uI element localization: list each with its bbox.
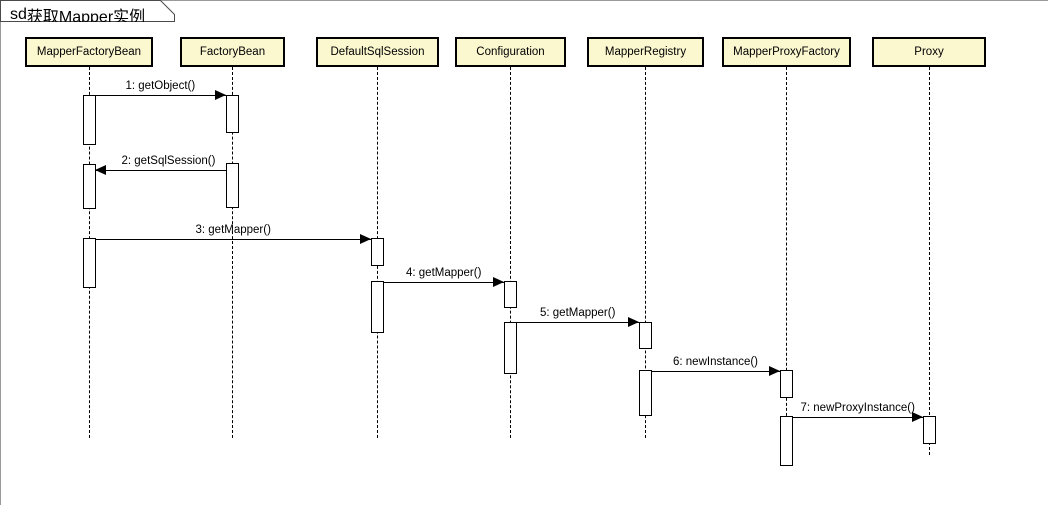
activation-bar-mapperProxyFactory [780,370,793,398]
activation-bar-configuration [504,281,517,308]
lifeline-label-mapperFactoryBean: MapperFactoryBean [36,46,142,58]
lifeline-head-mapperRegistry[interactable]: MapperRegistry [587,37,704,67]
activation-bar-mapperFactoryBean [83,238,96,288]
lifeline-configuration [510,67,511,438]
frame-keyword: sd [10,6,27,22]
lifeline-label-factoryBean: FactoryBean [199,46,266,58]
activation-bar-mapperRegistry [639,322,652,349]
lifeline-head-defaultSqlSession[interactable]: DefaultSqlSession [316,37,439,67]
message-line-2 [95,170,226,171]
frame-header-tab: sd 获取Mapper实例 [0,0,175,22]
message-arrowhead-5 [628,317,639,327]
activation-bar-defaultSqlSession [371,238,384,266]
message-label-2: 2: getSqlSession() [121,155,216,167]
message-label-6: 6: newInstance() [673,356,759,368]
frame-title: 获取Mapper实例 [26,9,146,22]
message-arrowhead-4 [493,277,504,287]
lifeline-head-proxy[interactable]: Proxy [872,37,986,67]
sequence-diagram-canvas: sd 获取Mapper实例 1: getObject() 2: getSqlSes… [0,0,1049,506]
message-arrowhead-2 [95,165,106,175]
activation-bar-defaultSqlSession [371,281,384,333]
message-line-3 [95,239,371,240]
message-label-1: 1: getObject() [125,80,196,92]
lifeline-label-mapperProxyFactory: MapperProxyFactory [733,46,840,58]
message-arrowhead-3 [360,234,371,244]
message-arrowhead-1 [215,90,226,100]
activation-bar-mapperFactoryBean [83,95,96,145]
lifeline-label-configuration: Configuration [476,46,545,58]
message-label-4: 4: getMapper() [406,267,482,279]
message-label-5: 5: getMapper() [540,307,616,319]
lifeline-proxy [929,67,930,455]
message-label-3: 3: getMapper() [195,224,271,236]
lifeline-label-proxy: Proxy [914,46,944,58]
activation-bar-proxy [923,416,936,444]
message-line-1 [95,95,226,96]
message-line-6 [651,371,780,372]
lifeline-head-mapperProxyFactory[interactable]: MapperProxyFactory [722,37,851,67]
lifeline-head-factoryBean[interactable]: FactoryBean [180,37,285,67]
activation-bar-factoryBean [226,95,239,133]
message-arrowhead-6 [769,366,780,376]
activation-bar-mapperProxyFactory [780,416,793,466]
lifeline-label-mapperRegistry: MapperRegistry [604,46,687,58]
message-label-7: 7: newProxyInstance() [800,402,915,414]
lifeline-mapperProxyFactory [786,67,787,466]
message-line-4 [383,282,504,283]
lifeline-label-defaultSqlSession: DefaultSqlSession [330,46,425,58]
diagram-frame [0,0,1048,505]
activation-bar-mapperRegistry [639,370,652,416]
activation-bar-factoryBean [226,163,239,208]
message-line-7 [792,417,923,418]
activation-bar-configuration [504,322,517,374]
lifeline-head-mapperFactoryBean[interactable]: MapperFactoryBean [25,37,153,67]
lifeline-head-configuration[interactable]: Configuration [455,37,566,67]
message-line-5 [516,322,639,323]
